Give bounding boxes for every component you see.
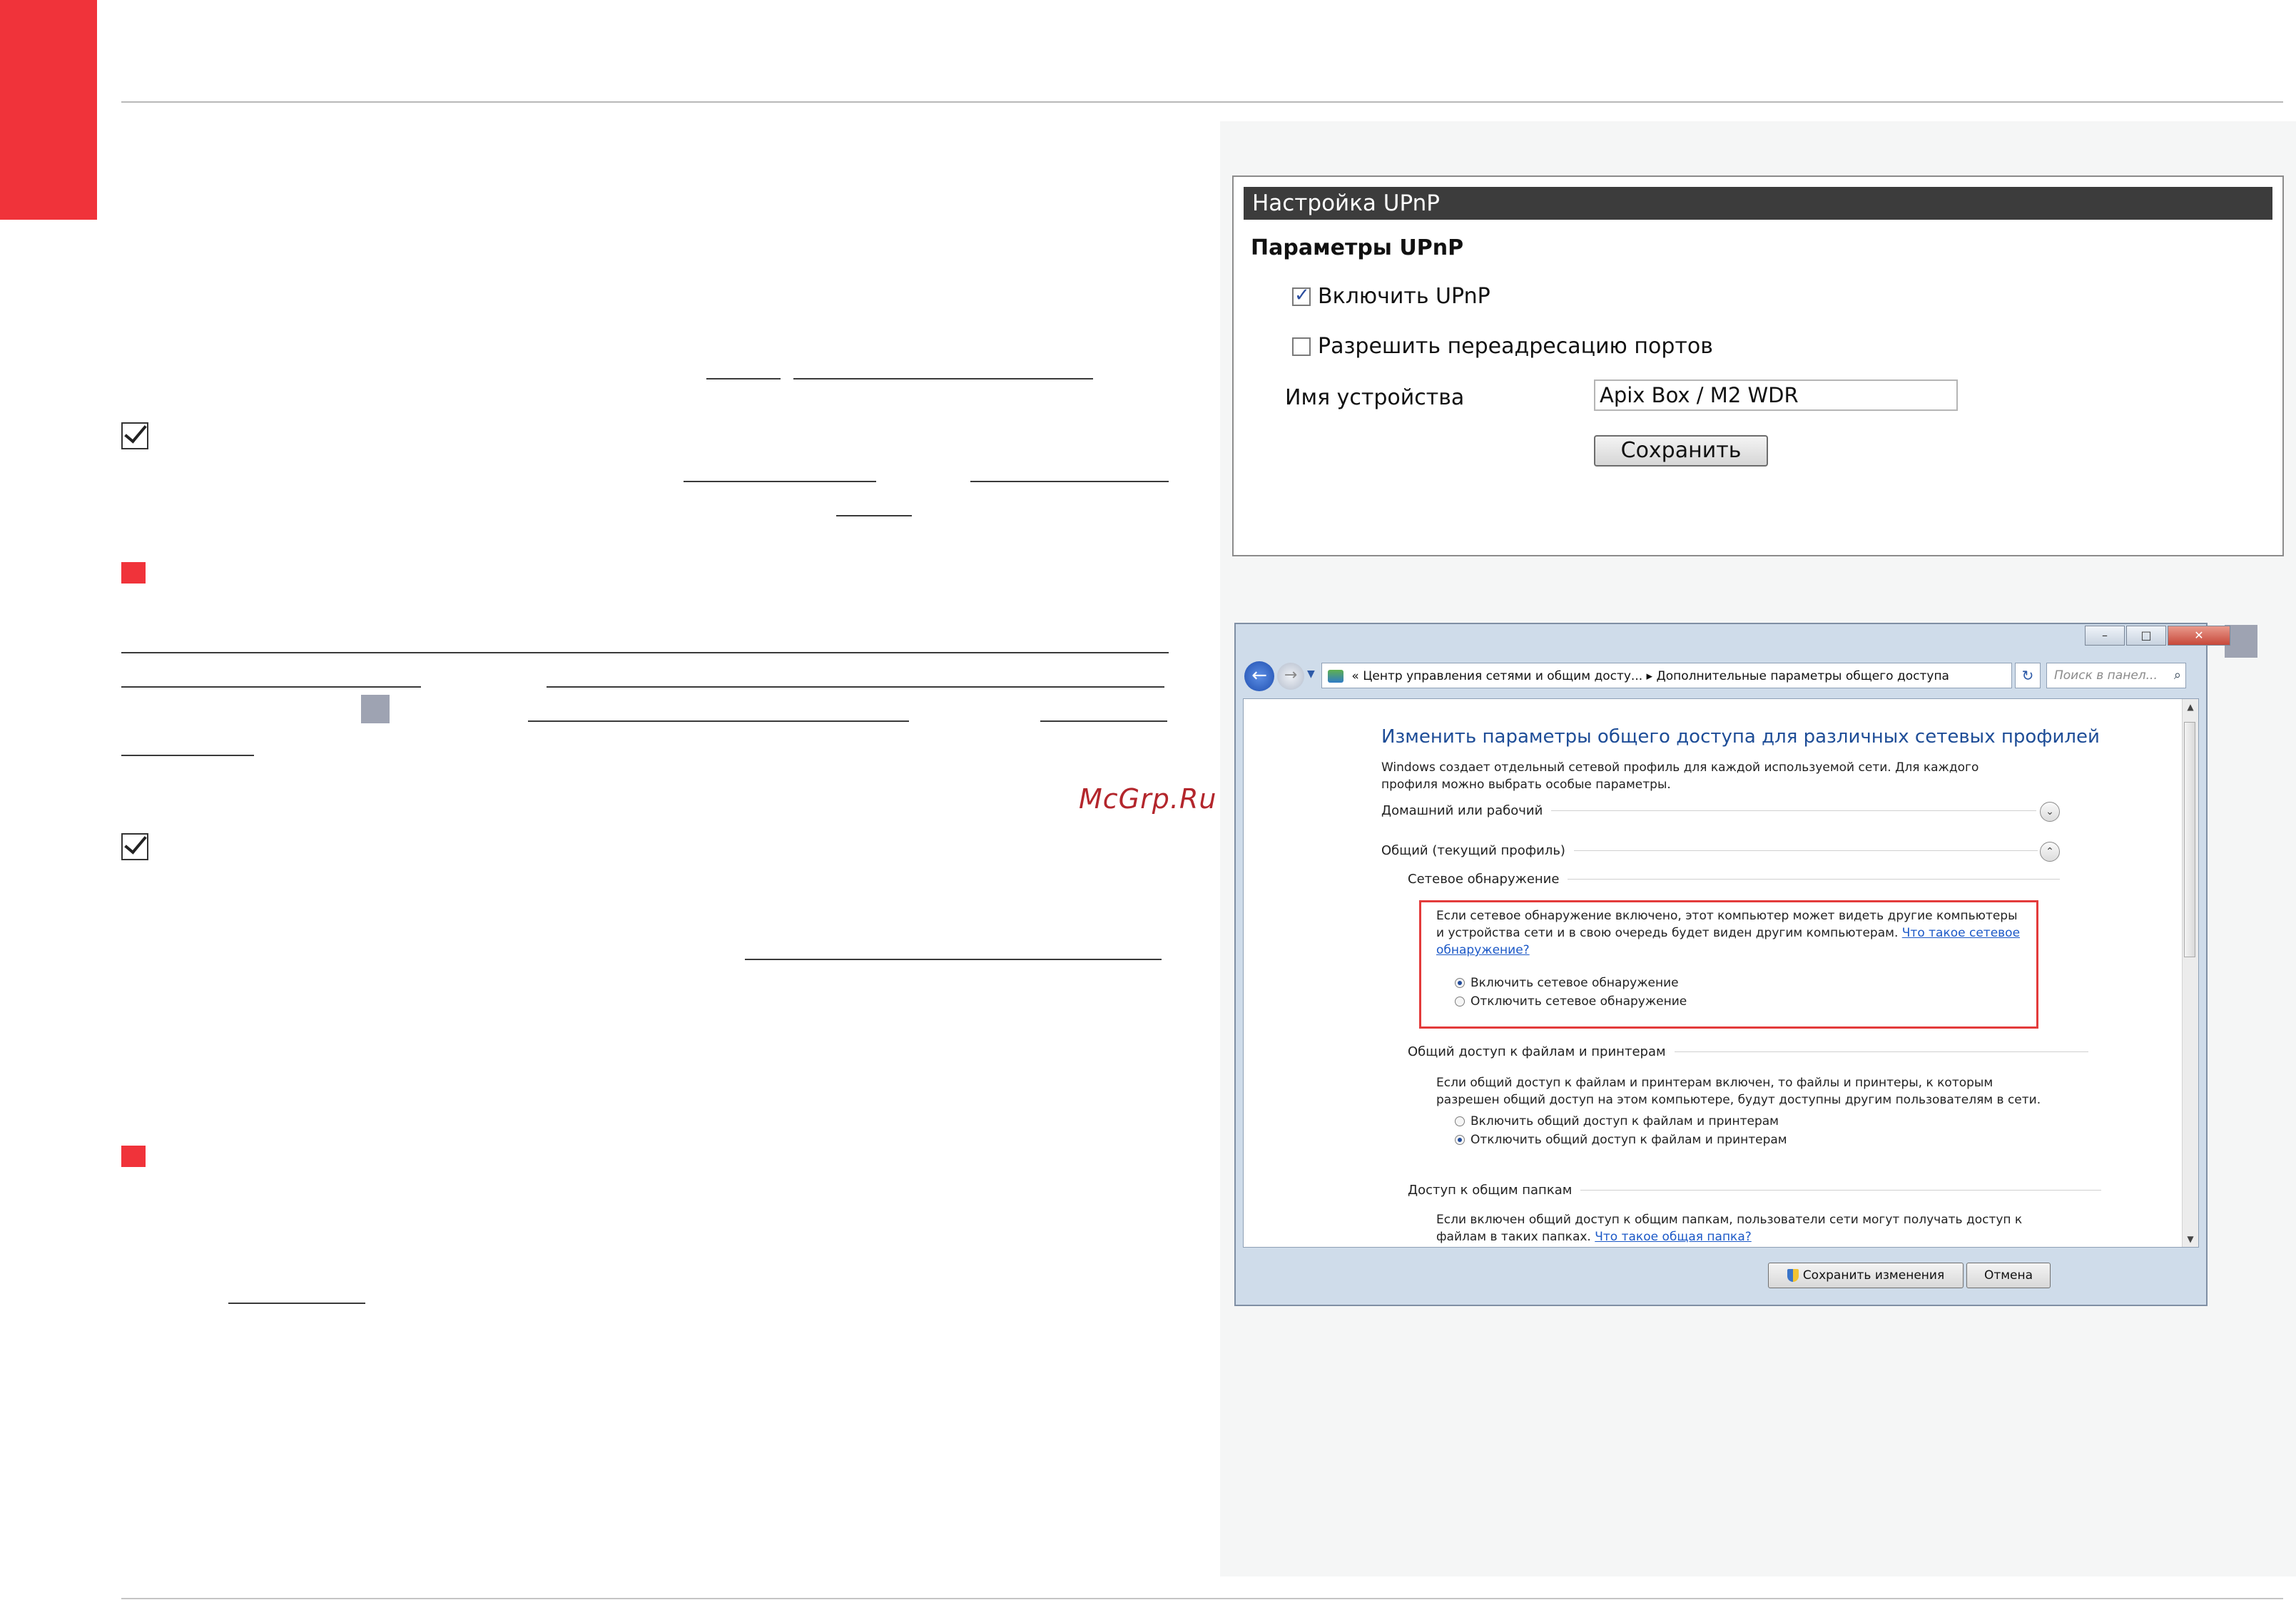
scroll-down-icon[interactable]: ▼ bbox=[2183, 1234, 2198, 1244]
device-name-field[interactable]: Apix Box / M2 WDR bbox=[1594, 379, 1958, 411]
section-divider bbox=[1568, 879, 2061, 880]
window-controls: – □ ✕ bbox=[2083, 626, 2230, 646]
section-divider bbox=[1580, 1190, 2102, 1191]
scroll-thumb[interactable] bbox=[2184, 722, 2195, 957]
network-discovery-text: Если сетевое обнаружение включено, этот … bbox=[1436, 907, 2028, 959]
panel-title: Настройка UPnP bbox=[1244, 187, 2272, 220]
text-underline bbox=[684, 481, 876, 482]
enable-upnp-label: Включить UPnP bbox=[1318, 284, 1490, 309]
device-name-label: Имя устройства bbox=[1285, 385, 1465, 410]
option-label: Включить общий доступ к файлам и принтер… bbox=[1470, 1114, 1779, 1128]
vertical-scrollbar[interactable]: ▲ ▼ bbox=[2182, 699, 2198, 1247]
search-icon[interactable]: ⌕ bbox=[2174, 663, 2181, 688]
file-sharing-heading-text: Общий доступ к файлам и принтерам bbox=[1408, 1044, 1666, 1059]
minimize-button[interactable]: – bbox=[2085, 626, 2125, 646]
network-discovery-heading: Сетевое обнаружение bbox=[1408, 872, 2061, 887]
public-folders-heading-text: Доступ к общим папкам bbox=[1408, 1183, 1573, 1198]
uac-shield-icon bbox=[1787, 1269, 1799, 1282]
profile-public-header[interactable]: Общий (текущий профиль) bbox=[1381, 843, 2038, 858]
warning-marker-icon bbox=[121, 562, 146, 584]
save-changes-label: Сохранить изменения bbox=[1802, 1268, 1945, 1283]
port-forwarding-checkbox[interactable] bbox=[1292, 337, 1311, 356]
page-title: Изменить параметры общего доступа для ра… bbox=[1381, 726, 2100, 748]
panel-subtitle: Параметры UPnP bbox=[1251, 235, 1464, 260]
text-underline bbox=[121, 652, 1169, 653]
upnp-settings-panel: Настройка UPnP Параметры UPnP Включить U… bbox=[1232, 175, 2284, 556]
network-discovery-heading-text: Сетевое обнаружение bbox=[1408, 872, 1560, 887]
history-dropdown-icon[interactable]: ▼ bbox=[1307, 668, 1315, 680]
option-label: Отключить сетевое обнаружение bbox=[1470, 994, 1687, 1009]
radio-on-icon[interactable] bbox=[1455, 978, 1465, 988]
option-label: Включить сетевое обнаружение bbox=[1470, 976, 1679, 990]
section-divider bbox=[1551, 810, 2037, 811]
search-input[interactable]: Поиск в панел... ⌕ bbox=[2046, 663, 2186, 688]
public-folders-heading: Доступ к общим папкам bbox=[1408, 1183, 2102, 1198]
public-folders-text: Если включен общий доступ к общим папкам… bbox=[1436, 1211, 2050, 1245]
radio-off-icon[interactable] bbox=[1455, 997, 1465, 1007]
bottom-divider bbox=[121, 1598, 2283, 1599]
collapse-chevron-up-icon[interactable]: ⌃ bbox=[2040, 842, 2060, 862]
breadcrumb-prefix: « bbox=[1351, 669, 1359, 683]
section-divider bbox=[1674, 1051, 2088, 1052]
expand-chevron-down-icon[interactable]: ⌄ bbox=[2040, 802, 2060, 822]
refresh-icon[interactable]: ↻ bbox=[2015, 663, 2041, 688]
text-underline bbox=[121, 755, 254, 756]
profile-home-header[interactable]: Домашний или рабочий bbox=[1381, 803, 2037, 818]
network-discovery-on-option[interactable]: Включить сетевое обнаружение bbox=[1455, 976, 1679, 990]
search-placeholder: Поиск в панел... bbox=[2054, 668, 2158, 683]
save-button[interactable]: Сохранить bbox=[1594, 435, 1768, 467]
maximize-button[interactable]: □ bbox=[2126, 626, 2166, 646]
file-sharing-heading: Общий доступ к файлам и принтерам bbox=[1408, 1044, 2088, 1059]
checkmark-icon bbox=[121, 422, 148, 449]
file-sharing-on-option[interactable]: Включить общий доступ к файлам и принтер… bbox=[1455, 1114, 1779, 1128]
port-forwarding-row[interactable]: Разрешить переадресацию портов bbox=[1292, 334, 1713, 359]
page-description: Windows создает отдельный сетевой профил… bbox=[1381, 760, 1979, 792]
address-bar[interactable]: « Центр управления сетями и общим досту.… bbox=[1321, 663, 2012, 688]
profile-public-label: Общий (текущий профиль) bbox=[1381, 843, 1565, 858]
close-button[interactable]: ✕ bbox=[2168, 626, 2230, 646]
watermark: McGrp.Ru bbox=[1079, 783, 1217, 815]
text-underline bbox=[970, 481, 1169, 482]
back-arrow-icon[interactable]: ← bbox=[1244, 661, 1274, 691]
red-corner-tab bbox=[0, 0, 97, 220]
file-sharing-text: Если общий доступ к файлам и принтерам в… bbox=[1436, 1076, 2041, 1107]
text-underline bbox=[706, 378, 781, 379]
port-forwarding-label: Разрешить переадресацию портов bbox=[1318, 334, 1713, 359]
text-underline bbox=[793, 378, 1093, 379]
breadcrumb[interactable]: Центр управления сетями и общим досту...… bbox=[1363, 669, 1949, 683]
network-discovery-off-option[interactable]: Отключить сетевое обнаружение bbox=[1455, 994, 1687, 1009]
radio-on-icon[interactable] bbox=[1455, 1135, 1465, 1145]
file-sharing-off-option[interactable]: Отключить общий доступ к файлам и принте… bbox=[1455, 1133, 1787, 1147]
enable-upnp-row[interactable]: Включить UPnP bbox=[1292, 284, 1490, 309]
cancel-button[interactable]: Отмена bbox=[1966, 1263, 2051, 1288]
dialog-content: ▲ ▼ Изменить параметры общего доступа дл… bbox=[1243, 698, 2199, 1248]
section-divider bbox=[1573, 850, 2038, 851]
top-divider bbox=[121, 101, 2283, 103]
text-underline bbox=[121, 686, 421, 688]
profile-home-label: Домашний или рабочий bbox=[1381, 803, 1543, 818]
control-panel-icon bbox=[1328, 670, 1343, 683]
text-underline bbox=[228, 1303, 365, 1304]
save-changes-button[interactable]: Сохранить изменения bbox=[1768, 1263, 1964, 1288]
text-underline bbox=[836, 515, 912, 516]
text-underline bbox=[528, 720, 909, 722]
sharing-settings-window: – □ ✕ ← → ▼ « Центр управления сетями и … bbox=[1234, 623, 2230, 1306]
scroll-up-icon[interactable]: ▲ bbox=[2183, 702, 2198, 712]
navigation-bar: ← → ▼ « Центр управления сетями и общим … bbox=[1244, 660, 2200, 694]
option-label: Отключить общий доступ к файлам и принте… bbox=[1470, 1133, 1787, 1147]
text-underline bbox=[745, 959, 1162, 960]
enable-upnp-checkbox[interactable] bbox=[1292, 285, 1311, 306]
warning-marker-icon bbox=[121, 1146, 146, 1167]
checkmark-icon bbox=[121, 833, 148, 860]
figure-reference-tag bbox=[361, 695, 390, 723]
forward-arrow-icon[interactable]: → bbox=[1277, 663, 1304, 690]
radio-off-icon[interactable] bbox=[1455, 1116, 1465, 1126]
text-underline bbox=[1040, 720, 1167, 722]
text-underline bbox=[547, 686, 1164, 688]
public-folders-help-link[interactable]: Что такое общая папка? bbox=[1595, 1230, 1752, 1244]
